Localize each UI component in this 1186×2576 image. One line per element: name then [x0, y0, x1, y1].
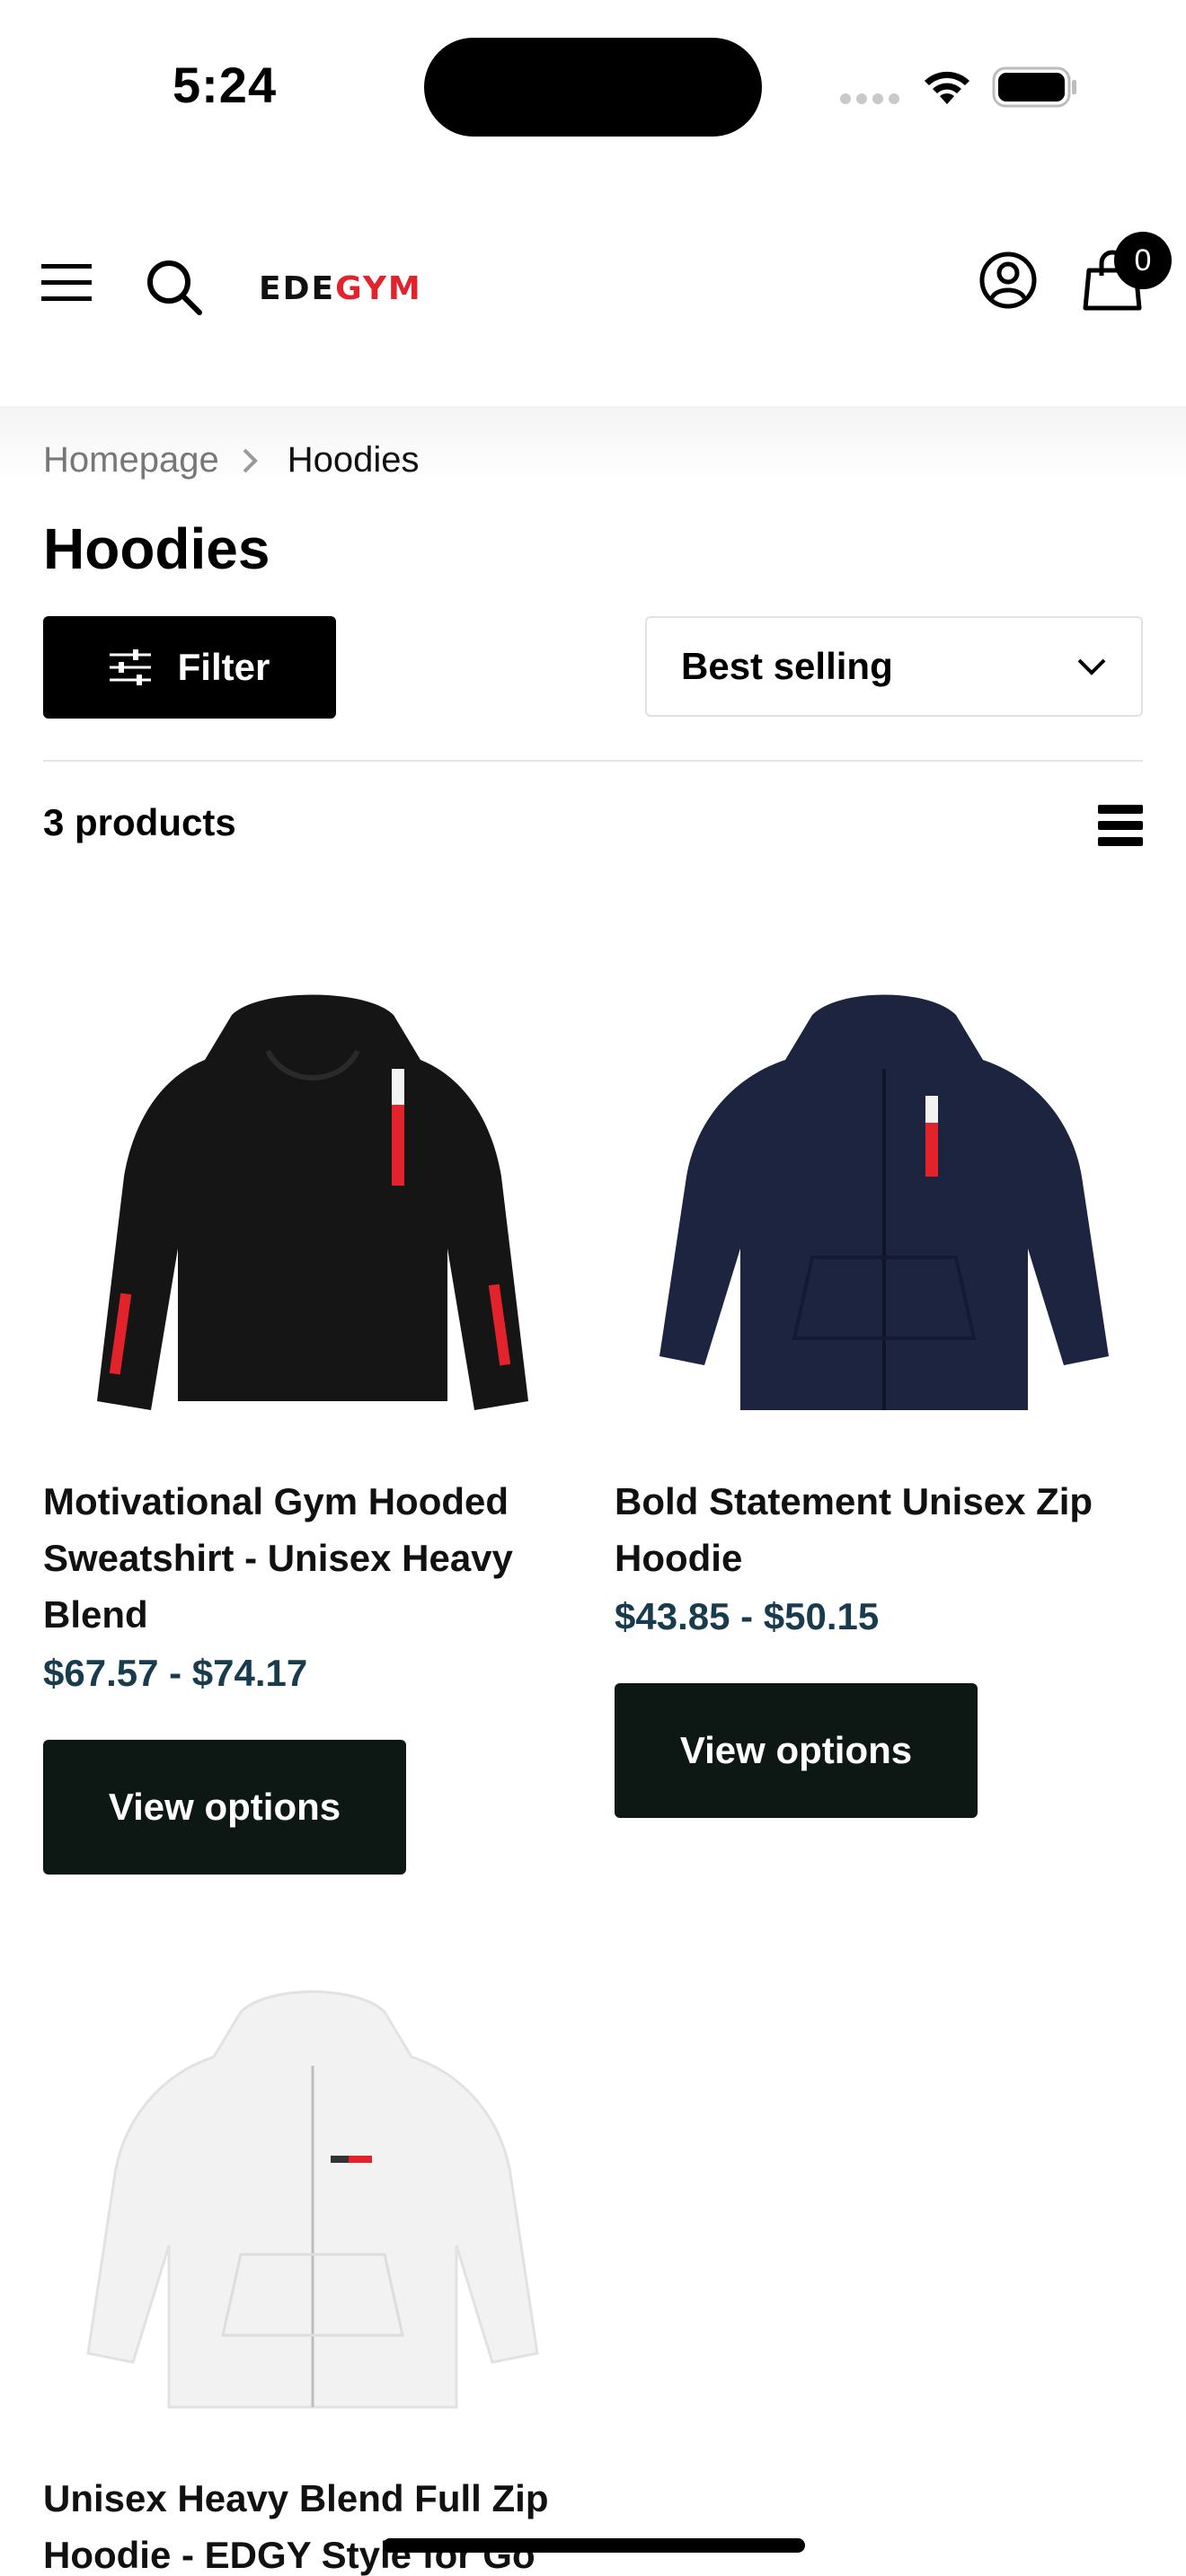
wifi-icon [925, 71, 969, 104]
product-title[interactable]: Unisex Heavy Blend Full Zip Hoodie - EDG… [43, 2470, 582, 2576]
status-time: 5:24 [173, 57, 278, 113]
product-card[interactable]: Unisex Heavy Blend Full Zip Hoodie - EDG… [43, 1931, 582, 2576]
logo-text-part2: GYM [335, 269, 422, 307]
page-title: Hoodies [43, 516, 270, 581]
chevron-right-icon [241, 443, 266, 479]
product-title[interactable]: Motivational Gym Hooded Sweatshirt - Uni… [43, 1473, 582, 1643]
filter-label: Filter [177, 646, 270, 688]
sort-select[interactable]: Best selling [645, 616, 1143, 717]
breadcrumb-home-link[interactable]: Homepage [43, 440, 219, 481]
cellular-signal-icon [840, 93, 899, 104]
view-options-button[interactable]: View options [43, 1740, 406, 1875]
list-view-icon[interactable] [1098, 803, 1143, 848]
dynamic-island [424, 38, 762, 137]
home-indicator [383, 2538, 805, 2553]
product-count: 3 products [43, 801, 236, 843]
product-image[interactable] [43, 1931, 582, 2470]
battery-icon [992, 66, 1076, 108]
product-image[interactable] [43, 934, 582, 1473]
logo-text-part1: EDE [259, 269, 336, 307]
site-logo[interactable]: EDE GYM [259, 269, 422, 307]
filter-button[interactable]: Filter [43, 616, 336, 719]
product-card[interactable]: Bold Statement Unisex Zip Hoodie $43.85 … [615, 934, 1154, 1818]
product-price: $67.57 - $74.17 [43, 1652, 308, 1694]
breadcrumb: Homepage Hoodies [43, 440, 419, 481]
filter-sliders-icon [109, 649, 151, 685]
site-header: EDE GYM 0 [0, 171, 1186, 406]
menu-icon[interactable] [36, 253, 99, 313]
status-bar: 5:24 [0, 0, 1186, 171]
sort-value: Best selling [681, 645, 893, 687]
view-options-button[interactable]: View options [615, 1683, 978, 1818]
search-icon[interactable] [140, 253, 208, 322]
product-image[interactable] [615, 934, 1154, 1473]
chevron-down-icon [1077, 658, 1106, 675]
cart-count-badge: 0 [1114, 232, 1172, 289]
divider [43, 760, 1143, 762]
product-price: $43.85 - $50.15 [615, 1595, 880, 1637]
product-title[interactable]: Bold Statement Unisex Zip Hoodie [615, 1473, 1154, 1586]
breadcrumb-current: Hoodies [287, 440, 420, 480]
account-icon[interactable] [978, 250, 1039, 311]
product-card[interactable]: Motivational Gym Hooded Sweatshirt - Uni… [43, 934, 582, 1875]
